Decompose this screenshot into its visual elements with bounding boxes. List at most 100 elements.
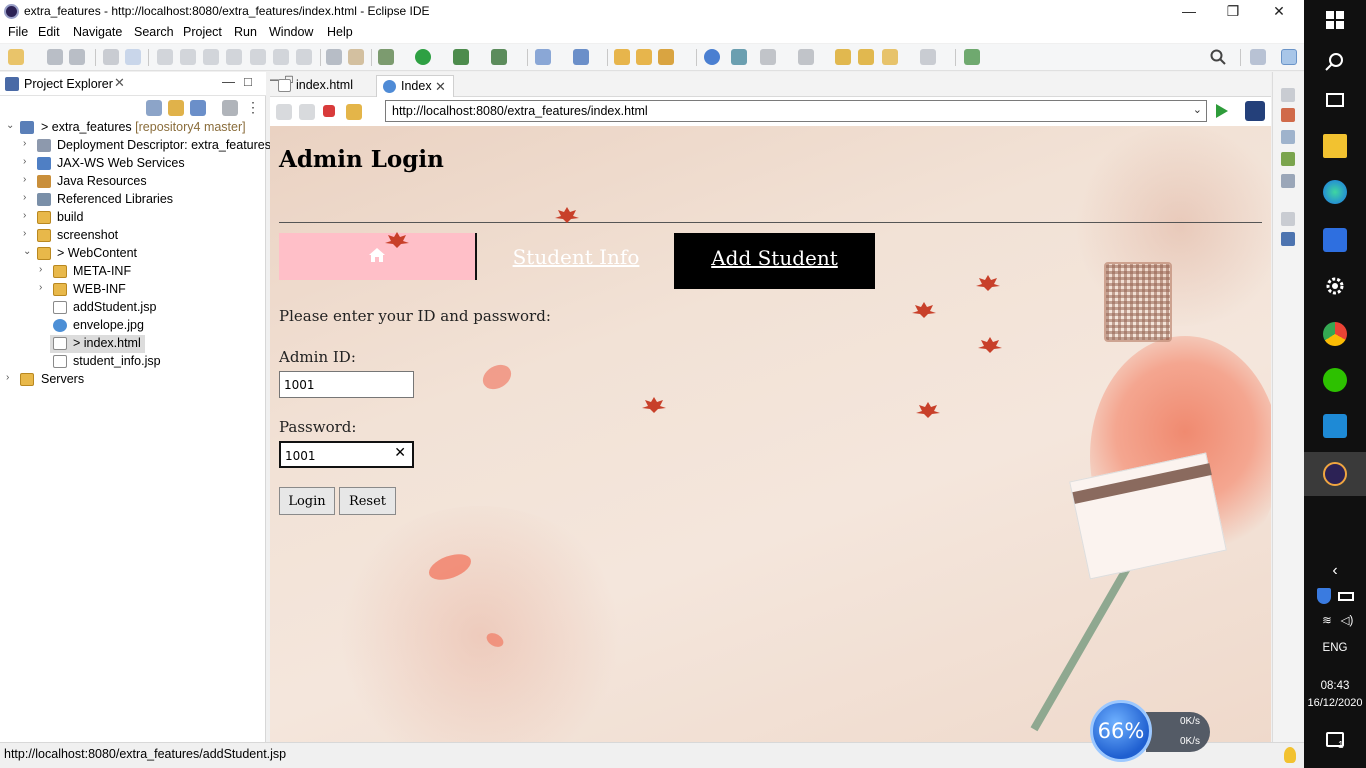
search-icon[interactable] [1323, 50, 1347, 74]
edge-icon[interactable] [1323, 180, 1347, 204]
open-project-icon[interactable] [636, 49, 652, 65]
wechat-icon[interactable] [1323, 368, 1347, 392]
back-icon[interactable] [276, 104, 292, 120]
open-external-browser-icon[interactable] [1245, 101, 1265, 121]
menu-run[interactable]: Run [234, 25, 257, 39]
skip-breakpoints-icon[interactable] [125, 49, 141, 65]
chevron-right-icon[interactable]: › [39, 264, 49, 275]
menu-file[interactable]: File [8, 25, 28, 39]
chevron-down-icon[interactable]: ⌄ [1193, 103, 1202, 116]
reset-button[interactable]: Reset [339, 487, 396, 515]
windows-start-icon[interactable] [1323, 8, 1347, 32]
volume-icon[interactable]: ◁) [1316, 613, 1366, 627]
chevron-down-icon[interactable]: ⌄ [6, 120, 16, 131]
step-return-icon[interactable] [296, 49, 312, 65]
menu-help[interactable]: Help [327, 25, 353, 39]
nav-add-student-link[interactable]: Add Student [674, 233, 875, 289]
step-over-icon[interactable] [273, 49, 289, 65]
prev-annotation-icon[interactable] [798, 49, 814, 65]
tree-item-extra-features[interactable]: ⌄ > extra_features [repository4 master] [0, 119, 266, 137]
forward-icon[interactable] [920, 49, 936, 65]
menu-edit[interactable]: Edit [38, 25, 60, 39]
vscode-icon[interactable] [1323, 414, 1347, 438]
close-tab-icon[interactable]: ✕ [435, 79, 446, 95]
tab-index-browser[interactable]: Index ✕ [376, 75, 454, 97]
open-perspective-icon[interactable] [1250, 49, 1266, 65]
tree-item-servers[interactable]: › Servers [0, 371, 266, 389]
suspend-icon[interactable] [180, 49, 196, 65]
chevron-right-icon[interactable]: › [23, 192, 33, 203]
new-class-icon[interactable] [573, 49, 589, 65]
chevron-down-icon[interactable]: ⌄ [23, 246, 33, 257]
save-icon[interactable] [47, 49, 63, 65]
annotation-icon[interactable] [731, 49, 747, 65]
servers-view-icon[interactable] [1281, 108, 1295, 122]
tree-item-webcontent[interactable]: ⌄ > WebContent [0, 245, 266, 263]
search-icon[interactable] [1210, 49, 1226, 65]
project-explorer-tab[interactable]: Project Explorer ✕ — □ [0, 72, 266, 96]
url-input[interactable]: http://localhost:8080/extra_features/ind… [385, 100, 1207, 122]
admin-id-input[interactable]: 1001 [279, 371, 414, 398]
snippets-view-icon[interactable] [1281, 174, 1295, 188]
restore-icon[interactable] [1281, 212, 1295, 226]
tree-item-student-info[interactable]: student_info.jsp [0, 353, 266, 371]
tree-item-deployment-descriptor[interactable]: › Deployment Descriptor: extra_features [0, 137, 271, 155]
chevron-right-icon[interactable]: › [23, 156, 33, 167]
chevron-right-icon[interactable]: › [39, 282, 49, 293]
java-ee-perspective-icon[interactable] [1281, 49, 1297, 65]
task-view-icon[interactable] [1323, 88, 1347, 112]
back-icon[interactable] [882, 49, 898, 65]
new-server-icon[interactable] [535, 49, 551, 65]
chrome-icon[interactable] [1323, 322, 1347, 346]
chevron-left-icon[interactable]: ‹ [1304, 562, 1366, 580]
step-into-icon[interactable] [250, 49, 266, 65]
forward-edit-icon[interactable] [858, 49, 874, 65]
go-icon[interactable] [1216, 104, 1228, 118]
link-editor-icon[interactable] [168, 100, 184, 116]
run-icon[interactable] [415, 49, 431, 65]
minimize-view-icon[interactable]: — [222, 74, 235, 89]
external-tools-icon[interactable] [491, 49, 507, 65]
clear-icon[interactable]: ✕ [394, 445, 406, 461]
chevron-right-icon[interactable]: › [6, 372, 16, 383]
password-input[interactable]: 1001 ✕ [279, 441, 414, 468]
restore-icon[interactable] [1281, 88, 1295, 102]
settings-gear-icon[interactable] [1323, 274, 1347, 298]
clock-date[interactable]: 16/12/2020 [1304, 697, 1366, 709]
chevron-right-icon[interactable]: › [23, 174, 33, 185]
tree-item-web-inf[interactable]: › WEB-INF [0, 281, 266, 299]
terminate-icon[interactable] [203, 49, 219, 65]
pin-editor-icon[interactable] [964, 49, 980, 65]
last-edit-icon[interactable] [835, 49, 851, 65]
save-all-icon[interactable] [69, 49, 85, 65]
tree-item-jaxws[interactable]: › JAX-WS Web Services [0, 155, 266, 173]
stop-icon[interactable] [323, 105, 335, 117]
eclipse-taskbar-item[interactable] [1304, 452, 1366, 496]
maximize-button[interactable]: ❐ [1210, 0, 1256, 23]
battery-icon[interactable] [1338, 592, 1354, 601]
tree-item-build[interactable]: › build [0, 209, 266, 227]
menu-navigate[interactable]: Navigate [73, 25, 122, 39]
menu-window[interactable]: Window [269, 25, 313, 39]
focus-icon[interactable] [222, 100, 238, 116]
tab-index-html[interactable]: index.html [272, 75, 374, 97]
refactor-icon[interactable] [348, 49, 364, 65]
tree-item-index-html[interactable]: > index.html [50, 335, 145, 353]
security-shield-icon[interactable] [1317, 588, 1331, 604]
filter-icon[interactable] [190, 100, 206, 116]
close-view-icon[interactable]: ✕ [114, 75, 125, 91]
view-menu-icon[interactable]: ⋮ [246, 100, 262, 116]
network-speed-widget[interactable]: 0K/s 0K/s 66% [1090, 700, 1210, 762]
tree-item-addstudent[interactable]: addStudent.jsp [0, 299, 266, 317]
file-explorer-icon[interactable] [1323, 134, 1347, 158]
minimize-button[interactable]: — [1166, 0, 1212, 23]
chevron-right-icon[interactable]: › [23, 210, 33, 221]
new-icon[interactable] [8, 49, 24, 65]
maximize-view-icon[interactable]: □ [244, 74, 252, 89]
outline-view-icon[interactable] [1281, 232, 1295, 246]
properties-view-icon[interactable] [1281, 130, 1295, 144]
resume-icon[interactable] [157, 49, 173, 65]
search-tool-icon[interactable] [658, 49, 674, 65]
tree-item-meta-inf[interactable]: › META-INF [0, 263, 266, 281]
refresh-icon[interactable] [346, 104, 362, 120]
